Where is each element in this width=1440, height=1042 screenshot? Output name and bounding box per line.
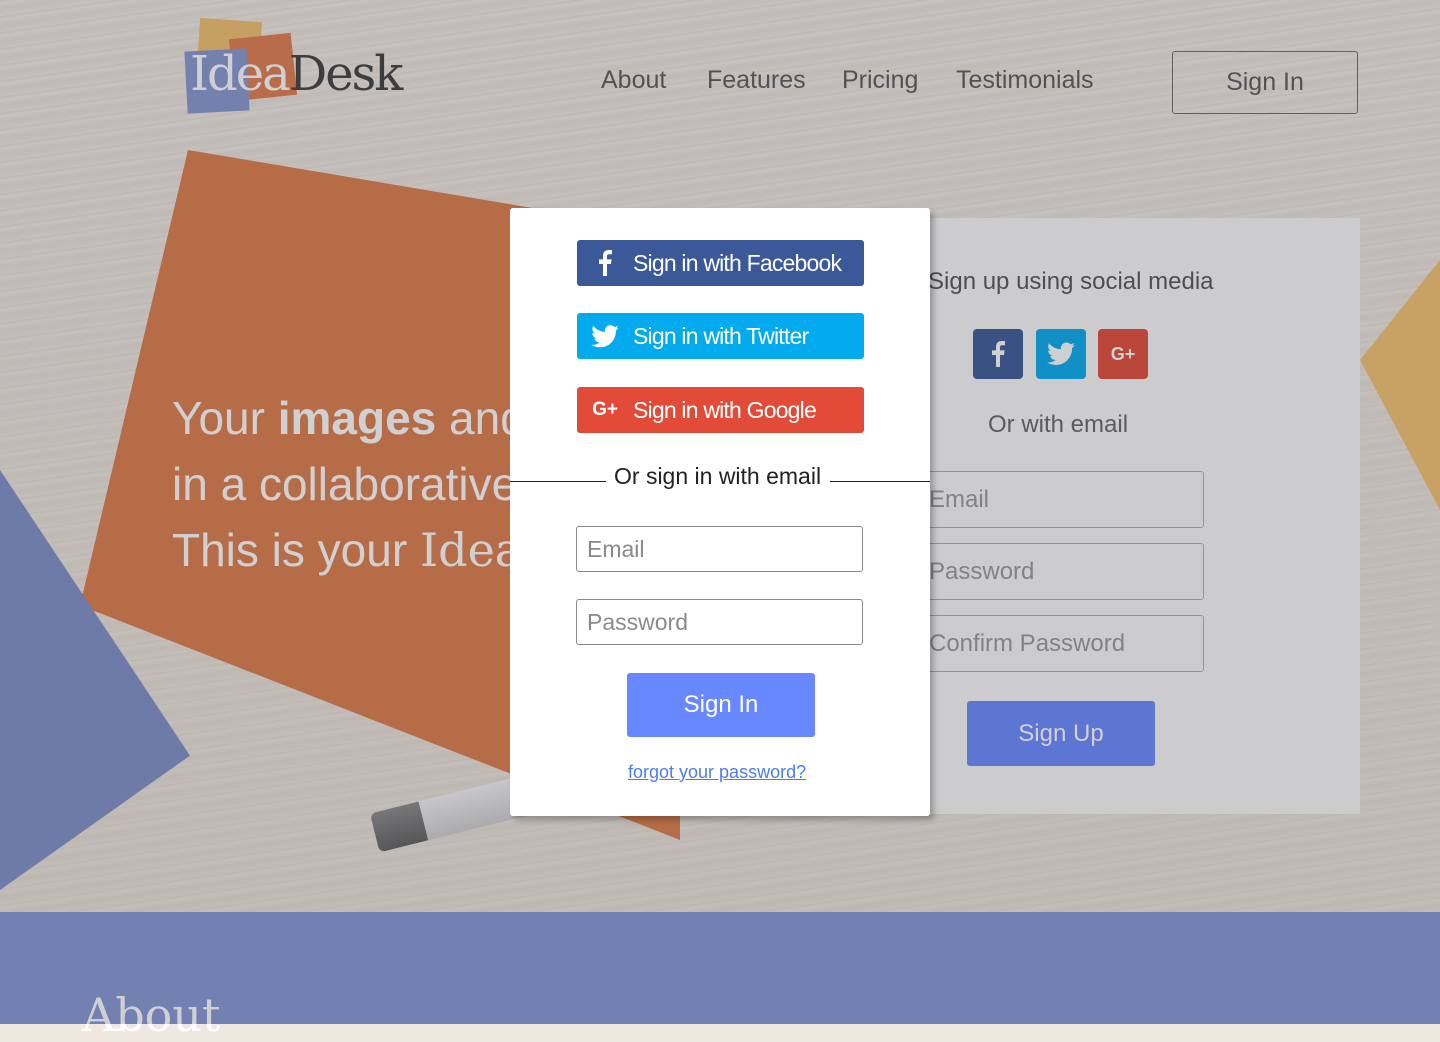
facebook-signin-button[interactable]: Sign in with Facebook [577,240,864,286]
email-input[interactable] [576,526,863,572]
forgot-password-link[interactable]: forgot your password? [628,762,806,783]
email-divider-text: Or sign in with email [614,463,822,489]
facebook-signin-label: Sign in with Facebook [633,249,842,276]
google-signin-button[interactable]: G+ Sign in with Google [577,387,864,433]
signin-modal: Sign in with Facebook Sign in with Twitt… [510,208,930,816]
twitter-icon [577,324,633,348]
divider-line-left [510,481,606,482]
google-plus-icon: G+ [592,399,618,420]
password-input[interactable] [576,599,863,645]
divider-line-right [830,481,930,482]
facebook-icon [577,250,633,276]
google-signin-label: Sign in with Google [633,396,817,423]
twitter-signin-button[interactable]: Sign in with Twitter [577,313,864,359]
twitter-signin-label: Sign in with Twitter [633,322,809,349]
signin-button[interactable]: Sign In [627,673,815,737]
